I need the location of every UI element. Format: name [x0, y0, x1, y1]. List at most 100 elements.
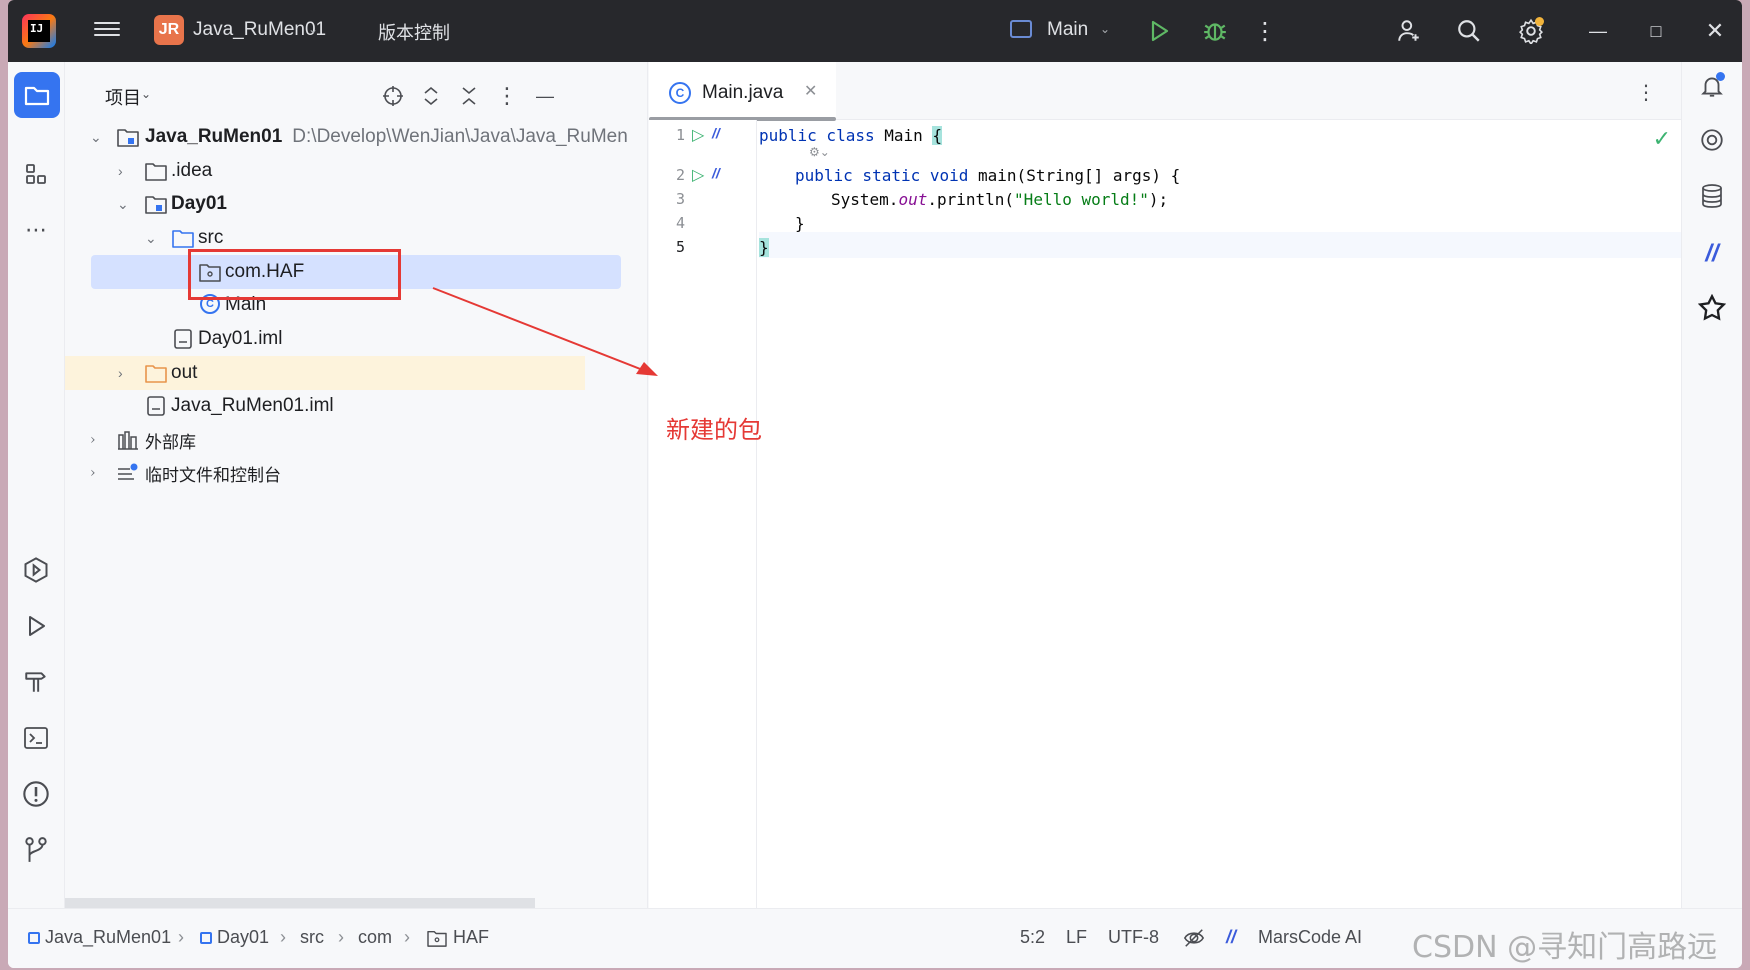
run-tool-icon[interactable] [16, 606, 56, 646]
chevron-down-icon[interactable]: ⌄ [308, 22, 318, 36]
close-tab-icon[interactable]: ✕ [804, 81, 817, 101]
intellij-logo-icon[interactable]: IJ [22, 14, 56, 48]
notifications-icon[interactable] [1694, 68, 1730, 104]
tree-item-label: out [171, 362, 198, 383]
line-number: 1 [675, 126, 685, 144]
code-line: } [759, 238, 769, 257]
breadcrumb-com[interactable]: com [358, 927, 392, 948]
database-icon[interactable] [1694, 178, 1730, 214]
horizontal-scrollbar[interactable] [65, 898, 535, 908]
tree-item-label: 外部库 [145, 432, 196, 453]
marscode-gutter-icon[interactable]: // [712, 165, 720, 181]
hamburger-menu-icon[interactable] [94, 18, 120, 42]
tab-options-icon[interactable]: ⋮ [1636, 80, 1656, 105]
tab-main-java[interactable]: C Main.java ✕ [649, 62, 836, 121]
tree-item-day01[interactable]: ⌄ Day01 [65, 187, 648, 221]
close-button[interactable]: ✕ [1698, 14, 1732, 48]
run-gutter-icon[interactable]: ▷ [692, 125, 704, 145]
plugin-star-icon[interactable] [1694, 290, 1730, 326]
tree-item-project-root[interactable]: ⌄ Java_RuMen01 D:\Develop\WenJian\Java\Ja… [65, 120, 648, 154]
breadcrumb-src[interactable]: src [300, 927, 324, 948]
chevron-right-icon[interactable]: › [90, 465, 96, 481]
build-hammer-icon[interactable] [16, 662, 56, 702]
hide-panel-icon[interactable]: — [531, 82, 559, 110]
minimize-button[interactable]: — [1581, 14, 1615, 48]
package-icon [427, 930, 447, 947]
line-number: 4 [675, 214, 685, 232]
tree-item-external-libraries[interactable]: › 外部库 [65, 423, 648, 457]
breadcrumb-haf[interactable]: HAF [426, 927, 489, 948]
search-icon[interactable] [1452, 14, 1486, 48]
run-config-selector[interactable]: Main [1047, 19, 1088, 41]
debug-icon[interactable] [1198, 14, 1232, 48]
library-icon [117, 430, 139, 455]
scratches-icon [117, 463, 139, 488]
chevron-down-icon[interactable]: ⌄ [422, 22, 432, 36]
breadcrumb-module[interactable]: Day01 [200, 927, 269, 948]
services-icon[interactable] [16, 550, 56, 590]
annotation-highlight-box [188, 249, 401, 300]
editor-gutter: 1 ▷ // 2 ▷ // 3 4 5 [649, 120, 757, 908]
chevron-down-icon[interactable]: ⌄ [145, 230, 157, 247]
module-folder-icon [117, 127, 139, 153]
tree-item-label: Java_RuMen01.iml [171, 395, 334, 416]
marscode-icon[interactable]: // [1694, 236, 1730, 272]
project-folder-icon[interactable] [14, 72, 60, 118]
notification-badge [1716, 72, 1725, 81]
inlay-hint-icon[interactable]: ⚙⌄ [809, 145, 830, 159]
run-icon[interactable] [1142, 14, 1176, 48]
readonly-toggle-icon[interactable] [1183, 927, 1205, 954]
project-path: D:\Develop\WenJian\Java\Java_RuMen [292, 126, 628, 147]
right-tool-window-bar: // [1681, 62, 1742, 908]
file-encoding[interactable]: UTF-8 [1108, 927, 1159, 948]
project-switcher[interactable]: Java_RuMen01 [193, 19, 326, 41]
tree-item-idea[interactable]: › .idea [65, 154, 648, 188]
tree-item-root-iml[interactable]: Java_RuMen01.iml [65, 389, 648, 423]
structure-icon[interactable] [16, 154, 56, 194]
collapse-all-icon[interactable] [455, 82, 483, 110]
ide-window: IJ JR Java_RuMen01 ⌄ 版本控制 ⌄ Main ⌄ ⋮ — □… [8, 0, 1742, 968]
ai-assistant-icon[interactable] [1694, 122, 1730, 158]
expand-all-icon[interactable] [417, 82, 445, 110]
chevron-down-icon[interactable]: ⌄ [141, 87, 151, 101]
marscode-status-icon[interactable]: // [1226, 927, 1236, 948]
maximize-button[interactable]: □ [1639, 14, 1673, 48]
more-tools-icon[interactable]: ⋯ [16, 210, 56, 250]
run-gutter-icon[interactable]: ▷ [692, 165, 704, 185]
line-ending[interactable]: LF [1066, 927, 1087, 948]
caret-position[interactable]: 5:2 [1020, 927, 1045, 948]
terminal-icon[interactable] [16, 718, 56, 758]
left-tool-window-bar: ⋯ [8, 62, 65, 908]
title-bar: IJ JR Java_RuMen01 ⌄ 版本控制 ⌄ Main ⌄ ⋮ — □… [8, 0, 1742, 62]
problems-icon[interactable] [16, 774, 56, 814]
chevron-right-icon[interactable]: › [90, 432, 96, 448]
locate-file-icon[interactable] [379, 82, 407, 110]
project-panel-header: 项目 ⌄ ⋮ — [65, 62, 647, 128]
chevron-down-icon[interactable]: ⌄ [1100, 22, 1110, 36]
git-icon[interactable] [16, 830, 56, 870]
more-actions-icon[interactable]: ⋮ [1248, 14, 1282, 48]
settings-icon[interactable] [1514, 14, 1548, 48]
chevron-right-icon: › [404, 927, 410, 947]
marscode-status[interactable]: MarsCode AI [1258, 927, 1362, 948]
vcs-menu[interactable]: 版本控制 [378, 19, 450, 45]
add-user-icon[interactable] [1392, 14, 1426, 48]
code-editor[interactable]: public class Main { ⚙⌄ public static voi… [759, 120, 1681, 908]
tree-item-label: Day01.iml [198, 328, 283, 349]
tree-item-scratches[interactable]: › 临时文件和控制台 [65, 456, 648, 490]
project-panel-title[interactable]: 项目 [105, 84, 141, 110]
chevron-down-icon[interactable]: ⌄ [90, 129, 102, 146]
watermark: CSDN @寻知门高路远 [1412, 930, 1718, 965]
marscode-gutter-icon[interactable]: // [712, 125, 720, 141]
project-badge[interactable]: JR [154, 15, 184, 45]
options-icon[interactable]: ⋮ [493, 82, 521, 110]
no-problems-check-icon[interactable]: ✓ [1653, 126, 1671, 152]
chevron-right-icon[interactable]: › [118, 365, 123, 381]
tree-item-label: Day01 [171, 193, 227, 214]
chevron-right-icon[interactable]: › [118, 163, 123, 179]
breadcrumb-project[interactable]: Java_RuMen01 [28, 927, 171, 948]
code-line: public class Main { [759, 126, 943, 145]
update-badge [1535, 17, 1544, 26]
annotation-arrow [432, 287, 658, 376]
chevron-down-icon[interactable]: ⌄ [117, 196, 129, 213]
